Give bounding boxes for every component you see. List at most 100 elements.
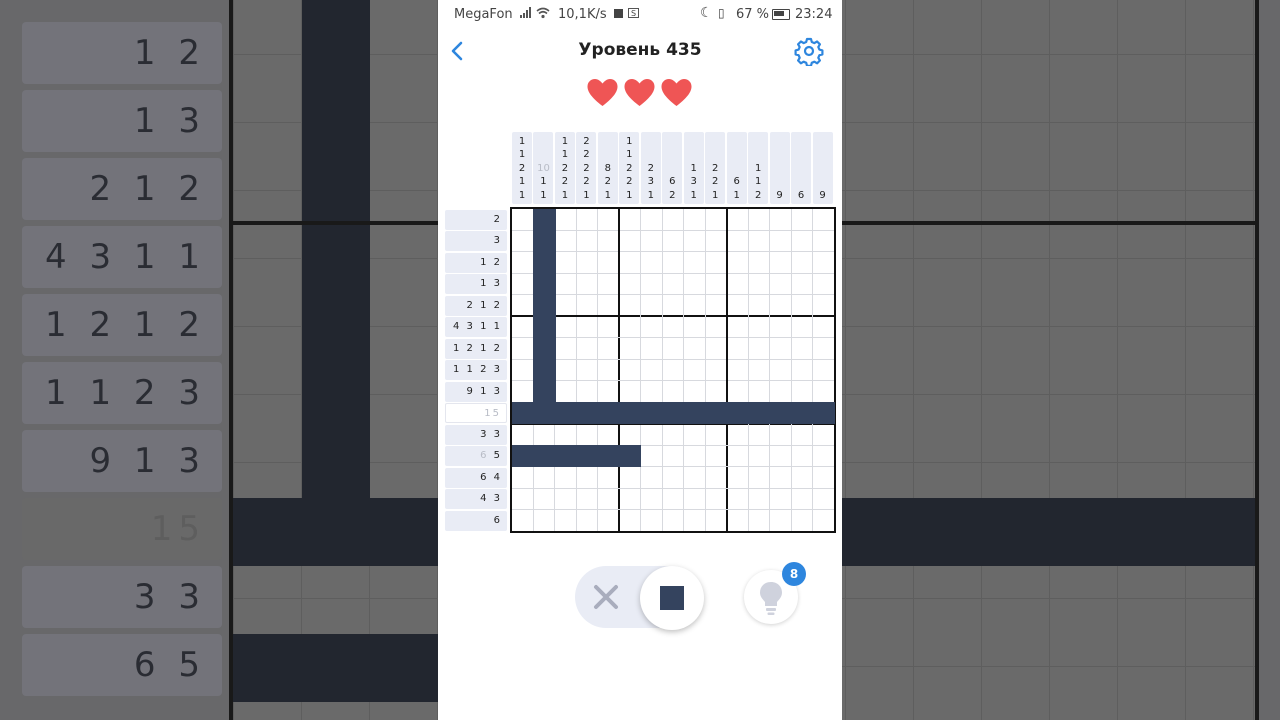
column-clue: 1 1 2 1 1 [512, 132, 532, 204]
clue-number: 2 [583, 176, 590, 187]
filled-cell[interactable] [597, 445, 620, 468]
filled-cell[interactable] [533, 230, 556, 253]
grid-line [640, 209, 642, 531]
clue-number: 2 [604, 176, 612, 187]
filled-cell[interactable] [533, 209, 556, 232]
settings-button[interactable] [794, 36, 824, 67]
column-clue: 1 1 2 [748, 132, 769, 204]
clue-number: 1 [540, 176, 547, 187]
filled-cell[interactable] [533, 445, 556, 468]
filled-cell[interactable] [512, 445, 535, 468]
filled-cell[interactable] [640, 402, 663, 425]
filled-cell[interactable] [812, 402, 835, 425]
clock: 23:24 [795, 7, 833, 22]
column-clue: 10 1 1 [533, 132, 554, 204]
filled-cell[interactable] [533, 380, 556, 403]
filled-cell[interactable] [554, 445, 577, 468]
battery-percent: 67 % [736, 7, 770, 22]
mode-toggle[interactable] [575, 566, 704, 630]
row-clue: 1 2 [445, 252, 507, 273]
filled-cell[interactable] [533, 359, 556, 382]
square-icon [660, 586, 684, 610]
row-clue: 1 2 1 2 1 1 [445, 338, 507, 374]
column-clue: 9 [769, 132, 790, 204]
row-clue: 3 [445, 231, 507, 252]
filled-cell[interactable] [619, 445, 642, 468]
clue-number: 1 [733, 189, 740, 201]
row-clue: 2 1 2 [445, 295, 507, 316]
column-clue: 2 2 2 2 1 [576, 132, 597, 204]
filled-cell[interactable] [662, 402, 685, 425]
column-clue: 8 2 1 [597, 132, 618, 204]
filled-cell[interactable] [597, 402, 620, 425]
filled-cell[interactable] [533, 273, 556, 296]
lives [586, 78, 696, 110]
heart-icon [587, 79, 618, 106]
filled-cell[interactable] [533, 402, 556, 425]
grid-line [575, 209, 577, 531]
column-clue: 1 1 2 2 1 [619, 132, 640, 204]
filled-cell[interactable] [726, 402, 749, 425]
row-clue: 6 5 [445, 446, 507, 467]
clue-number: 9 [776, 189, 783, 201]
level-title: Уровень 435 [578, 40, 702, 60]
puzzle-board[interactable] [510, 207, 836, 533]
filled-cell[interactable] [748, 402, 771, 425]
app-notification-icon: S [628, 8, 639, 18]
vibrate-icon: ▯ [718, 6, 725, 20]
filled-cell[interactable] [705, 402, 728, 425]
level-header: Уровень 435 [438, 28, 842, 74]
cross-mode-button[interactable] [591, 582, 621, 612]
clue-number: 1 [690, 189, 697, 201]
grid-line [597, 209, 599, 531]
clue-number: 2 [754, 189, 762, 201]
filled-cell[interactable] [769, 402, 792, 425]
filled-cell[interactable] [533, 316, 556, 339]
clue-number: 1 [626, 189, 633, 201]
clue-number: 1 [518, 176, 526, 187]
network-speed: 10,1K/s [558, 7, 607, 22]
clue-number: 2 [669, 189, 676, 201]
gear-icon [794, 37, 824, 67]
row-clue: 1 3 [445, 274, 507, 295]
column-clue: 9 [812, 132, 833, 204]
clue-number: 1 [518, 189, 526, 201]
clue-number: 1 [647, 189, 654, 201]
clue-number: 1 [518, 135, 526, 147]
filled-cell[interactable] [533, 337, 556, 360]
clue-number: 3 [647, 176, 654, 187]
filled-cell[interactable] [619, 402, 642, 425]
grid-line [512, 272, 834, 274]
column-clue: 62 [662, 132, 683, 204]
clue-number: 2 [518, 162, 526, 174]
clue-number: 8 [604, 162, 612, 174]
filled-cell[interactable] [576, 445, 599, 468]
clue-number: 6 [797, 189, 805, 201]
clue-number: 10 [537, 162, 550, 174]
grid-line [512, 229, 834, 231]
clue-number: 1 [754, 162, 762, 174]
row-clue: 9 1 3 [445, 381, 507, 402]
clue-number: 5 [488, 450, 502, 462]
column-clue: 1 1 2 2 1 [554, 132, 575, 204]
status-bar: MegaFon 10,1K/s S ☾ ▯ 67 % 23:24 [438, 0, 842, 28]
clue-number: 2 [712, 176, 719, 187]
grid-line [683, 209, 685, 531]
column-clue: 2 2 1 [705, 132, 726, 204]
clue-number: 1 [540, 189, 547, 201]
filled-cell[interactable] [533, 251, 556, 274]
column-clue: 6 [791, 132, 812, 204]
filled-cell[interactable] [576, 402, 599, 425]
filled-cell[interactable] [554, 402, 577, 425]
grid-block-line [512, 315, 834, 318]
background-shade [842, 0, 1280, 720]
fill-mode-button[interactable] [640, 566, 704, 630]
filled-cell[interactable] [791, 402, 814, 425]
row-clue: 2 [445, 210, 507, 230]
clue-number: 2 [712, 162, 719, 174]
filled-cell[interactable] [683, 402, 706, 425]
filled-cell[interactable] [533, 294, 556, 317]
filled-cell[interactable] [512, 402, 535, 425]
notification-icon [614, 9, 623, 18]
heart-icon [661, 79, 692, 106]
